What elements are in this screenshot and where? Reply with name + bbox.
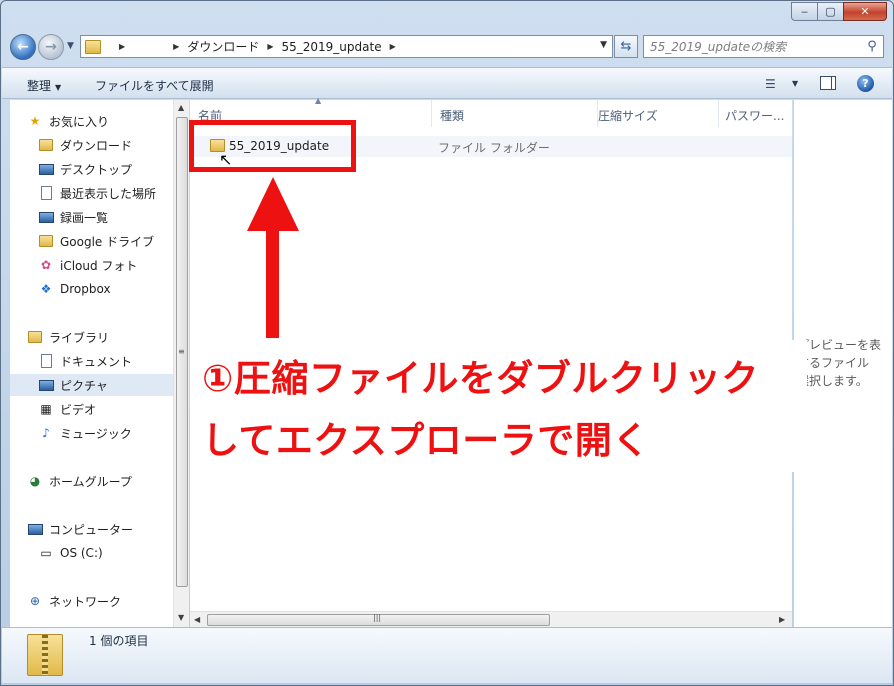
address-dropdown-icon[interactable]: ▼ [600,40,607,50]
refresh-button[interactable]: ⇆ [614,35,638,58]
search-icon[interactable]: ⚲ [861,39,883,54]
star-icon: ★ [29,114,41,128]
column-password[interactable]: パスワー... [717,100,792,127]
sort-ascending-icon: ▲ [315,96,322,105]
caption-buttons: ‒ ▢ ✕ [791,2,887,21]
scroll-right-icon[interactable]: ▶ [779,615,785,624]
arrow-right-icon: → [45,39,57,55]
nav-computer[interactable]: コンピューター [27,518,190,540]
address-bar[interactable]: ▶ ▶ ダウンロード ▶ 55_2019_update ▶ ▼ [80,35,613,58]
nav-pictures[interactable]: ピクチャ [10,374,173,396]
nav-label: ネットワーク [49,594,122,609]
nav-label: ホームグループ [49,474,132,489]
grip-icon: ||| [373,613,382,622]
nav-label: デスクトップ [60,162,133,177]
nav-homegroup[interactable]: ◕ ホームグループ [27,470,190,492]
recent-places-icon [38,185,54,201]
chevron-right-icon[interactable]: ▶ [173,42,179,51]
documents-icon [38,353,54,369]
google-drive-icon [38,233,54,249]
column-compressed-size[interactable]: 圧縮サイズ [590,100,719,127]
chevron-right-icon[interactable]: ▶ [390,42,396,51]
downloads-folder-icon [38,137,54,153]
nav-libraries[interactable]: ライブラリ [27,326,190,348]
arrow-left-icon: ← [17,39,29,55]
nav-scrollbar[interactable]: ▲ ≡ ▼ [173,100,189,627]
recordings-icon [38,209,54,225]
view-details-icon[interactable]: ☰ [765,77,776,91]
back-button[interactable]: ← [10,34,36,60]
search-placeholder: 55_2019_updateの検索 [650,40,787,54]
nav-label: 最近表示した場所 [60,186,157,201]
column-type[interactable]: 種類 [432,100,598,127]
film-icon: ▦ [40,402,52,416]
crumb-downloads[interactable]: ダウンロード [187,38,259,55]
pictures-icon [38,377,54,393]
forward-button[interactable]: → [38,34,64,60]
maximize-button[interactable]: ▢ [817,2,844,21]
preview-pane: プレビューを表 するファイル 選択します。 [793,100,892,627]
desktop-icon [38,161,54,177]
nav-label: OS (C:) [60,546,103,560]
nav-label: ビデオ [60,402,97,417]
organize-button[interactable]: 整理 ▼ [27,77,61,94]
scroll-up-icon[interactable]: ▲ [178,103,184,112]
nav-label: Dropbox [60,282,111,296]
scroll-down-icon[interactable]: ▼ [178,613,184,622]
close-button[interactable]: ✕ [843,2,887,21]
nav-label: iCloud フォト [60,258,138,273]
highlight-box [189,120,356,172]
nav-label: お気に入り [49,114,110,129]
status-bar: 1 個の項目 [2,627,892,683]
icloud-photos-icon: ✿ [40,258,52,272]
chevron-down-icon: ▼ [55,83,62,92]
nav-label: ダウンロード [60,138,133,153]
dropbox-icon: ❖ [40,282,52,296]
annotation-line-1: ①圧縮ファイルをダブルクリック [202,357,759,400]
nav-label: 録画一覧 [60,210,109,225]
organize-label: 整理 [27,79,52,93]
nav-favorites[interactable]: ★ お気に入り [27,110,190,132]
search-input[interactable]: 55_2019_updateの検索 ⚲ [643,35,884,58]
help-button[interactable]: ? [857,75,874,92]
horizontal-scrollbar[interactable]: ◀ ||| ▶ [190,611,792,627]
computer-icon [27,521,43,537]
preview-pane-icon[interactable] [820,76,836,90]
homegroup-icon: ◕ [29,474,41,488]
folder-zip-icon [85,39,101,54]
preview-message: プレビューを表 するファイル 選択します。 [797,338,882,388]
nav-label: ミュージック [60,426,132,441]
extract-all-button[interactable]: ファイルをすべて展開 [95,77,214,94]
network-icon: ⊕ [29,594,41,608]
chevron-right-icon[interactable]: ▶ [267,42,273,51]
annotation-callout: ①圧縮ファイルをダブルクリック してエクスプローラで開く [196,340,807,472]
crumb-current-folder[interactable]: 55_2019_update [281,40,381,54]
nav-network[interactable]: ⊕ ネットワーク [27,590,190,612]
chevron-right-icon[interactable]: ▶ [119,42,125,51]
nav-label: Google ドライブ [60,234,155,249]
chevron-down-icon[interactable]: ▼ [792,79,798,88]
music-note-icon: ♪ [42,426,50,440]
recent-pages-dropdown[interactable]: ▼ [67,41,74,51]
minimize-button[interactable]: ‒ [791,2,818,21]
scroll-left-icon[interactable]: ◀ [194,615,200,624]
explorer-window: ‒ ▢ ✕ ← → ▼ ▶ ▶ ダウンロード ▶ 55_2019_update … [0,0,894,686]
nav-label: ライブラリ [49,330,110,345]
annotation-line-2: してエクスプローラで開く [202,419,650,462]
nav-label: コンピューター [49,522,134,537]
nav-label: ピクチャ [60,378,108,393]
grip-icon: ≡ [178,347,185,356]
refresh-icon: ⇆ [620,39,632,54]
file-type: ファイル フォルダー [438,141,550,155]
navigation-pane: ★ お気に入り ダウンロード デスクトップ 最近表示した場所 録画一覧 Googl… [10,100,173,627]
drive-icon: ▭ [40,546,52,560]
nav-label: ドキュメント [60,354,133,369]
item-count: 1 個の項目 [89,634,149,648]
command-bar: 整理 ▼ ファイルをすべて展開 ☰ ▼ ? [2,67,892,99]
arrow-shaft [266,229,279,338]
zip-folder-icon [27,634,63,676]
arrow-up-icon [247,177,299,231]
libraries-icon [27,329,43,345]
